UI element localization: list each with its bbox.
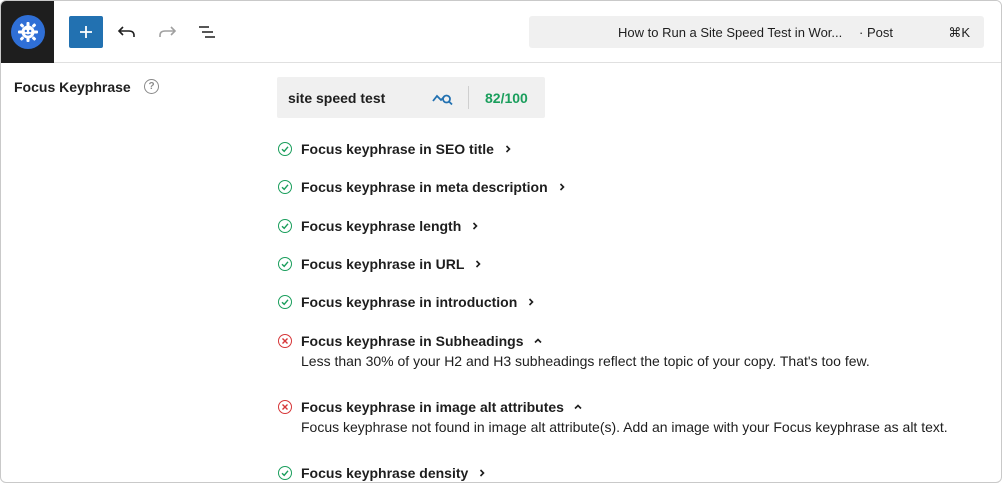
good-check-icon <box>278 465 292 480</box>
seo-check-label: Focus keyphrase in Subheadings <box>301 332 524 349</box>
document-type: · Post <box>859 25 893 40</box>
redo-button[interactable] <box>153 17 181 47</box>
editor-window: How to Run a Site Speed Test in Wor... ·… <box>0 0 1002 483</box>
chevron-right-icon[interactable] <box>473 259 483 269</box>
seo-check-label: Focus keyphrase in introduction <box>301 294 518 311</box>
list-view-button[interactable] <box>193 17 221 47</box>
command-shortcut: ⌘K <box>948 25 970 40</box>
seo-check-label: Focus keyphrase in URL <box>301 255 465 272</box>
problem-icon <box>278 333 292 348</box>
seo-check-label: Focus keyphrase density <box>301 464 469 481</box>
seo-check-row[interactable]: Focus keyphrase in image alt attributes <box>278 399 583 415</box>
focus-keyphrase-label: Focus Keyphrase <box>14 79 131 95</box>
seo-check-row[interactable]: Focus keyphrase in SEO title <box>278 141 513 157</box>
editor-toolbar: How to Run a Site Speed Test in Wor... ·… <box>1 1 1001 63</box>
list-view-icon <box>199 26 215 38</box>
redo-icon <box>159 26 177 37</box>
seo-check-label: Focus keyphrase in image alt attributes <box>301 398 564 415</box>
undo-button[interactable] <box>113 17 141 47</box>
good-check-icon <box>278 180 292 195</box>
seo-check-row[interactable]: Focus keyphrase length <box>278 218 480 234</box>
seo-check-row[interactable]: Focus keyphrase in introduction <box>278 294 536 310</box>
seo-check-row[interactable]: Focus keyphrase in meta description <box>278 179 567 195</box>
seo-check-row[interactable]: Focus keyphrase in URL <box>278 256 483 272</box>
chevron-right-icon[interactable] <box>526 297 536 307</box>
chevron-right-icon[interactable] <box>557 182 567 192</box>
good-check-icon <box>278 256 292 271</box>
chevron-up-icon[interactable] <box>573 402 583 412</box>
gear-logo-icon <box>10 15 45 49</box>
document-title: How to Run a Site Speed Test in Wor... <box>618 25 843 40</box>
seo-score: 82/100 <box>485 90 528 106</box>
divider <box>468 86 469 109</box>
seo-check-description: Less than 30% of your H2 and H3 subheadi… <box>301 352 870 369</box>
keyphrase-field[interactable]: site speed test 82/100 <box>277 77 545 118</box>
seo-check-label: Focus keyphrase in SEO title <box>301 141 494 157</box>
keyphrase-value: site speed test <box>288 90 386 106</box>
add-block-button[interactable] <box>69 16 103 48</box>
chevron-right-icon[interactable] <box>470 221 480 231</box>
seo-check-description: Focus keyphrase not found in image alt a… <box>301 418 948 435</box>
seo-check-label: Focus keyphrase in meta description <box>301 179 548 196</box>
chevron-up-icon[interactable] <box>533 336 543 346</box>
undo-icon <box>117 26 135 37</box>
seo-check-label: Focus keyphrase length <box>301 217 462 234</box>
good-check-icon <box>278 142 292 156</box>
good-check-icon <box>278 295 292 310</box>
plus-icon <box>80 26 92 38</box>
seo-analysis-icon[interactable] <box>432 88 454 108</box>
problem-icon <box>278 399 292 414</box>
chevron-right-icon[interactable] <box>503 144 513 154</box>
help-icon[interactable]: ? <box>144 79 159 94</box>
command-palette-bar[interactable]: How to Run a Site Speed Test in Wor... ·… <box>529 16 984 48</box>
chevron-right-icon[interactable] <box>477 468 487 478</box>
good-check-icon <box>278 218 292 233</box>
seo-check-row[interactable]: Focus keyphrase density <box>278 465 487 481</box>
seo-check-row[interactable]: Focus keyphrase in Subheadings <box>278 333 543 349</box>
site-logo-button[interactable] <box>1 1 54 63</box>
